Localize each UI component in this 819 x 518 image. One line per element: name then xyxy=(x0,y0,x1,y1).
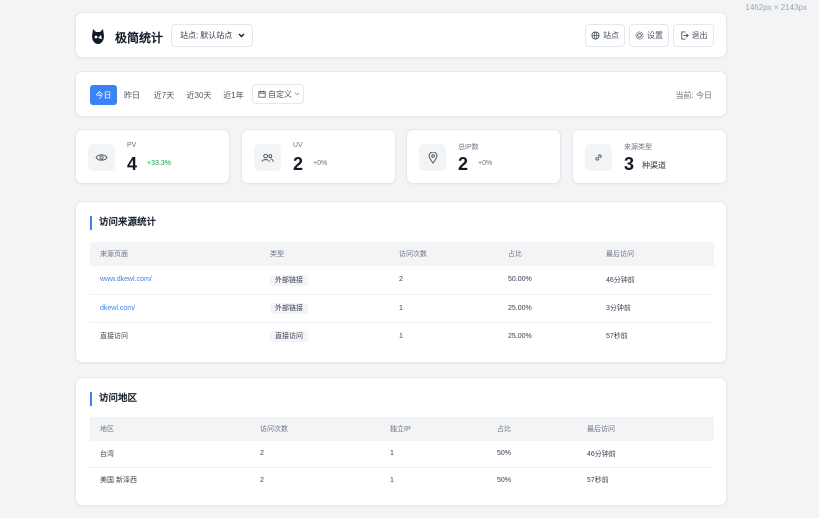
stat-change: +33.3% xyxy=(147,160,171,167)
ratio-cell: 25.00% xyxy=(508,332,532,340)
count-cell: 1 xyxy=(399,332,403,340)
tab-30days[interactable]: 近30天 xyxy=(184,85,214,105)
ratio-cell: 50% xyxy=(497,476,512,484)
regions-table: 地区 访问次数 独立IP 占比 最后访问 台湾 2 1 50% 46分钟前 美国… xyxy=(90,417,714,493)
type-badge: 外部链接 xyxy=(270,274,308,286)
count-cell: 2 xyxy=(389,266,498,295)
region-cell: 美国 新泽西 xyxy=(100,477,137,485)
current-range-label: 当前: 今日 xyxy=(675,91,712,100)
column-header: 访问次数 xyxy=(260,426,288,433)
table-row: www.dkewl.com/ 外部链接 2 50.00% 46分钟前 xyxy=(90,266,714,295)
count-cell: 1 xyxy=(389,294,498,323)
ratio-cell: 25.00% xyxy=(498,294,596,323)
table-row: 台湾 2 1 50% 46分钟前 xyxy=(90,441,714,468)
site-button-label: 站点 xyxy=(603,31,619,40)
source-link[interactable]: dkewl.com/ xyxy=(100,305,135,312)
regions-card: 访问地区 地区 访问次数 独立IP 占比 最后访问 台湾 2 1 50% 46分… xyxy=(75,377,727,506)
tab-1year[interactable]: 近1年 xyxy=(221,85,246,105)
source-link[interactable]: www.dkewl.com/ xyxy=(100,276,152,283)
column-header: 类型 xyxy=(270,251,284,258)
header-bar: 极简统计 站点: 默认站点 站点 设置 退出 xyxy=(75,12,727,58)
logo-icon xyxy=(90,27,106,45)
eye-icon xyxy=(88,144,115,171)
stat-value: 4 xyxy=(127,154,138,174)
ip-cell: 1 xyxy=(390,476,394,484)
stat-value: 2 xyxy=(293,154,304,174)
stat-change: +0% xyxy=(313,160,328,167)
app-title: 极简统计 xyxy=(115,31,164,45)
ip-cell: 1 xyxy=(380,441,487,468)
tab-yesterday[interactable]: 昨日 xyxy=(121,85,143,105)
stat-label: PV xyxy=(127,142,137,149)
date-filter-bar: 今日 昨日 近7天 近30天 近1年 自定义 当前: 今日 xyxy=(75,71,727,117)
type-badge: 外部链接 xyxy=(270,303,308,314)
logout-icon xyxy=(680,31,689,40)
stat-label: 总IP数 xyxy=(458,144,479,151)
last-visit-cell: 57秒前 xyxy=(606,333,628,341)
column-header: 占比 xyxy=(497,426,511,433)
location-pin-icon xyxy=(419,144,446,171)
link-icon xyxy=(585,144,612,171)
page-size-label: 1462px × 2143px xyxy=(745,3,807,12)
stat-label: UV xyxy=(293,142,303,149)
logout-button[interactable]: 退出 xyxy=(673,24,714,47)
settings-button-label: 设置 xyxy=(647,31,663,40)
stat-card-uv: UV 2 +0% xyxy=(241,129,396,184)
ratio-cell: 50.00% xyxy=(498,266,596,295)
logout-button-label: 退出 xyxy=(691,31,708,40)
table-row: 直接访问 直接访问 1 25.00% 57秒前 xyxy=(90,322,714,350)
settings-button[interactable]: 设置 xyxy=(629,24,669,47)
last-visit-cell: 46分钟前 xyxy=(577,441,714,468)
column-header: 访问次数 xyxy=(399,251,427,258)
type-badge: 直接访问 xyxy=(270,331,308,343)
table-row: dkewl.com/ 外部链接 1 25.00% 3分钟前 xyxy=(90,294,714,323)
column-header: 来源页面 xyxy=(100,251,128,258)
tab-7days[interactable]: 近7天 xyxy=(151,85,177,105)
stat-label: 来源类型 xyxy=(624,144,652,151)
table-row: 美国 新泽西 2 1 50% 57秒前 xyxy=(90,467,714,493)
chevron-down-icon xyxy=(294,92,300,96)
last-visit-cell: 3分钟前 xyxy=(596,294,714,323)
source-cell: 直接访问 xyxy=(100,333,128,341)
site-button[interactable]: 站点 xyxy=(585,24,625,47)
stat-card-sources: 来源类型 3 种渠道 xyxy=(572,129,727,184)
tab-today[interactable]: 今日 xyxy=(90,85,117,105)
column-header: 地区 xyxy=(100,426,114,433)
count-cell: 2 xyxy=(260,476,264,484)
users-icon xyxy=(254,144,281,171)
site-selector[interactable]: 站点: 默认站点 xyxy=(171,24,253,47)
column-header: 最后访问 xyxy=(606,251,634,258)
site-selector-label: 站点: xyxy=(180,31,199,40)
regions-title: 访问地区 xyxy=(90,392,137,406)
chevron-down-icon xyxy=(238,33,245,38)
stat-card-ip: 总IP数 2 +0% xyxy=(406,129,561,184)
gear-icon xyxy=(635,31,644,40)
column-header: 独立IP xyxy=(390,426,411,433)
count-cell: 2 xyxy=(250,441,380,468)
region-cell: 台湾 xyxy=(90,441,250,468)
calendar-icon xyxy=(258,90,266,98)
stat-sub-label: 种渠道 xyxy=(642,161,666,170)
stat-value: 3 xyxy=(624,154,635,174)
ratio-cell: 50% xyxy=(487,441,577,468)
column-header: 占比 xyxy=(508,251,522,258)
globe-icon xyxy=(591,31,600,40)
stat-card-pv: PV 4 +33.3% xyxy=(75,129,230,184)
last-visit-cell: 57秒前 xyxy=(587,477,609,485)
sources-title: 访问来源统计 xyxy=(90,216,156,230)
column-header: 最后访问 xyxy=(587,426,615,433)
custom-range-label: 自定义 xyxy=(268,89,292,99)
custom-range-select[interactable]: 自定义 xyxy=(252,84,304,104)
site-selector-value: 默认站点 xyxy=(200,31,233,40)
sources-table: 来源页面 类型 访问次数 占比 最后访问 www.dkewl.com/ 外部链接… xyxy=(90,242,714,350)
last-visit-cell: 46分钟前 xyxy=(596,266,714,295)
sources-card: 访问来源统计 来源页面 类型 访问次数 占比 最后访问 www.dkewl.co… xyxy=(75,201,727,363)
stat-change: +0% xyxy=(478,160,493,167)
stat-value: 2 xyxy=(458,154,469,174)
